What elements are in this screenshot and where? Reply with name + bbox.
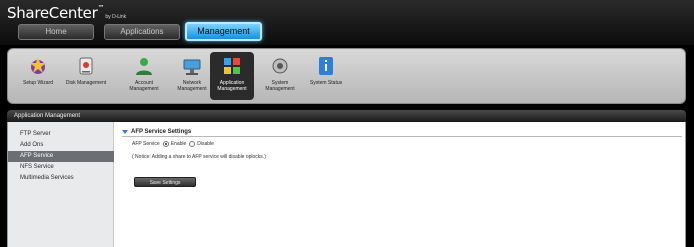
system-icon [272, 58, 288, 74]
sharecenter-window: ShareCenter™by D-Link Home Applications … [0, 0, 694, 247]
disable-label: Disable [197, 141, 214, 147]
save-settings-button[interactable]: Save Settings [134, 177, 196, 187]
afp-service-label: AFP Service [132, 141, 160, 147]
toolbar-label: Network Management [177, 80, 207, 92]
tab-home[interactable]: Home [18, 24, 94, 40]
disk-icon [79, 57, 93, 75]
section-title-bar: Application Management [7, 110, 686, 122]
wizard-icon [30, 57, 46, 74]
main-content: FTP Server Add Ons AFP Service NFS Servi… [7, 122, 686, 247]
sidebar-item-ftp-server[interactable]: FTP Server [8, 129, 114, 140]
toolbar-network-management[interactable]: Network Management [170, 52, 214, 100]
toolbar-disk-management[interactable]: Disk Management [64, 52, 108, 100]
toolbar-label: System Status [309, 80, 343, 86]
afp-service-row: AFP Service Enable Disable [132, 141, 214, 147]
toolbar-label: Account Management [129, 80, 159, 92]
sidebar-item-add-ons[interactable]: Add Ons [8, 140, 114, 151]
sidebar: FTP Server Add Ons AFP Service NFS Servi… [8, 122, 114, 247]
panel-title: AFP Service Settings [131, 128, 192, 135]
toolbar-label: Disk Management [65, 80, 107, 86]
toolbar-system-management[interactable]: System Management [258, 52, 302, 100]
notice-text: ( Notice: Adding a share to AFP service … [132, 154, 266, 160]
info-icon [319, 57, 333, 75]
sidebar-item-afp-service[interactable]: AFP Service [8, 151, 114, 162]
brand-logo: ShareCenter™by D-Link [7, 4, 126, 22]
toolbar-account-management[interactable]: Account Management [122, 52, 166, 100]
brand-sub: by D-Link [105, 14, 127, 20]
brand-trademark: ™ [97, 4, 105, 12]
network-icon [183, 59, 201, 75]
panel-header[interactable]: AFP Service Settings [122, 127, 682, 137]
app-grid-icon [224, 58, 240, 74]
enable-radio[interactable] [162, 141, 169, 147]
enable-label: Enable [170, 141, 187, 147]
toolbar-label: System Management [265, 80, 295, 92]
collapse-arrow-icon[interactable] [122, 129, 128, 134]
toolbar-label: Application Management [217, 80, 247, 92]
brand-name: ShareCenter [7, 4, 98, 22]
toolbar-label: Setup Wizard [22, 80, 53, 86]
notice-row: ( Notice: Adding a share to AFP service … [132, 154, 266, 160]
toolbar-application-management[interactable]: Application Management [210, 52, 254, 100]
tab-applications[interactable]: Applications [104, 24, 180, 40]
toolbar-system-status[interactable]: System Status [304, 52, 348, 100]
sidebar-item-multimedia-services[interactable]: Multimedia Services [8, 173, 114, 184]
afp-settings-panel: AFP Service Settings AFP Service Enable … [122, 127, 682, 187]
management-toolbar: Setup Wizard Disk Management Account Man… [7, 48, 686, 104]
sidebar-list: FTP Server Add Ons AFP Service NFS Servi… [8, 129, 114, 184]
tab-management[interactable]: Management [185, 22, 262, 41]
account-icon [136, 58, 152, 75]
header-bar: ShareCenter™by D-Link Home Applications … [0, 0, 694, 45]
toolbar-setup-wizard[interactable]: Setup Wizard [16, 52, 60, 100]
disable-radio[interactable] [189, 141, 196, 147]
sidebar-item-nfs-service[interactable]: NFS Service [8, 162, 114, 173]
